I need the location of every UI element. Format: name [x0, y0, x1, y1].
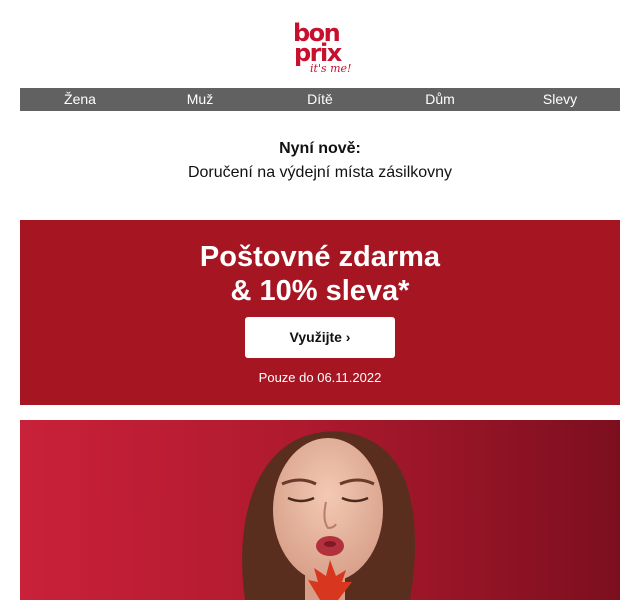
notice-title: Nyní nově: — [279, 140, 361, 157]
nav-item-zena[interactable]: Žena — [20, 88, 140, 111]
logo-text-prix: prix — [294, 39, 342, 67]
bonprix-logo[interactable]: bon prix it's me! — [293, 21, 353, 78]
promo-banner: Poštovné zdarma & 10% sleva* Využijte › … — [20, 220, 620, 405]
promo-valid-until: Pouze do 06.11.2022 — [258, 370, 382, 385]
main-nav: Žena Muž Dítě Dům Slevy — [20, 88, 620, 111]
nav-item-slevy[interactable]: Slevy — [500, 88, 620, 111]
nav-item-dite[interactable]: Dítě — [260, 88, 380, 111]
hero-image[interactable] — [20, 420, 620, 600]
nav-item-muz[interactable]: Muž — [140, 88, 260, 111]
nav-item-dum[interactable]: Dům — [380, 88, 500, 111]
header: bon prix it's me! — [0, 0, 640, 88]
promo-headline-line1: Poštovné zdarma — [199, 241, 441, 273]
woman-portrait-image — [242, 431, 415, 600]
promo-cta-button[interactable]: Využijte › — [245, 317, 395, 358]
promo-headline-line2: & 10% sleva* — [230, 275, 410, 307]
notice-text: Doručení na výdejní místa zásilkovny — [187, 164, 453, 181]
delivery-notice: Nyní nově: Doručení na výdejní místa zás… — [20, 140, 620, 182]
logo-tagline: it's me! — [310, 62, 352, 75]
promo-headline: Poštovné zdarma & 10% sleva* — [20, 240, 620, 308]
